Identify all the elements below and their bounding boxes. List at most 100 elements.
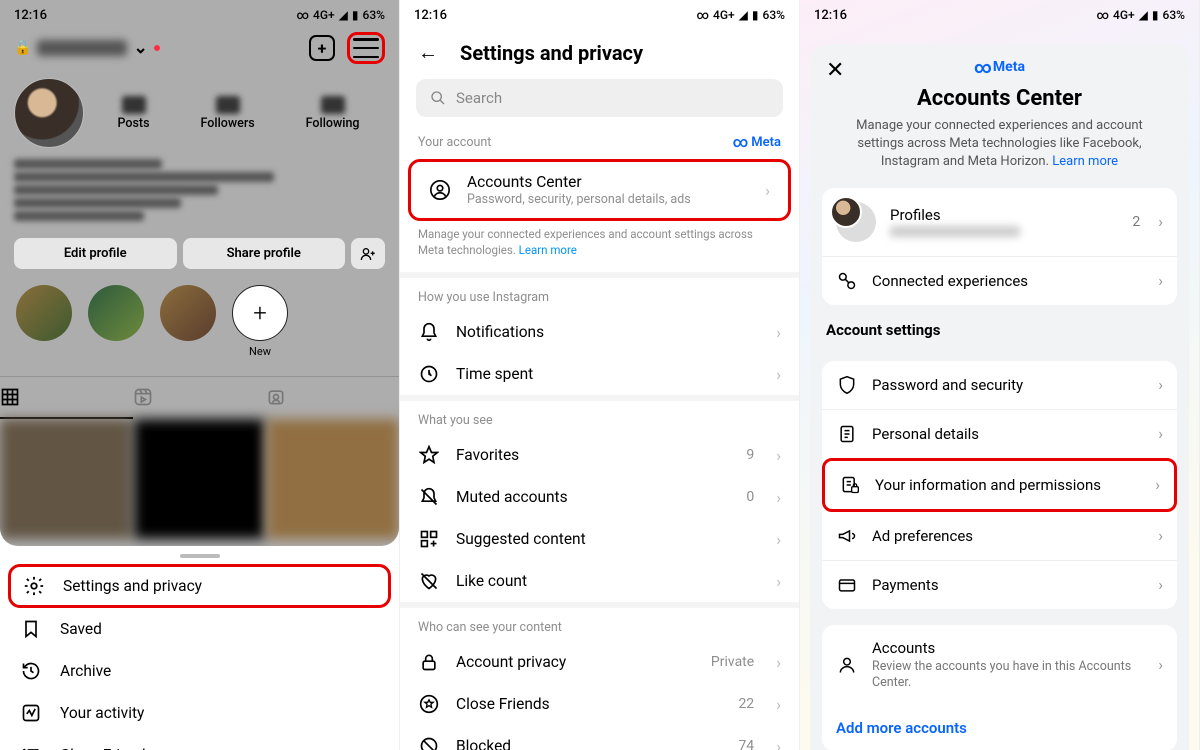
discover-people-button[interactable] — [351, 238, 385, 269]
section-account-settings: Account settings — [822, 305, 1177, 345]
row-accounts[interactable]: Accounts Review the accounts you have in… — [822, 625, 1177, 706]
list-icon — [20, 745, 42, 750]
stat-posts[interactable]: .Posts — [118, 96, 150, 131]
chevron-right-icon: › — [1158, 526, 1163, 545]
create-post-button[interactable]: + — [309, 35, 335, 61]
menu-label: Your activity — [60, 704, 144, 722]
row-like-count[interactable]: Like count› — [400, 560, 799, 602]
stat-following[interactable]: .Following — [306, 96, 360, 131]
stat-followers[interactable]: .Followers — [201, 96, 255, 131]
tab-grid[interactable] — [0, 377, 133, 419]
learn-more-link[interactable]: Learn more — [1052, 154, 1118, 169]
accounts-center-sheet: ✕ ∞Meta Accounts Center Manage your conn… — [810, 44, 1189, 750]
highlight-your-info: Your information and permissions› — [822, 458, 1177, 512]
chevron-right-icon: › — [1158, 375, 1163, 394]
menu-close-friends[interactable]: Close Friends — [0, 734, 399, 750]
menu-saved[interactable]: Saved — [0, 608, 399, 650]
menu-label: Archive — [60, 662, 111, 680]
link-icon — [836, 271, 858, 291]
row-your-information[interactable]: Your information and permissions› — [825, 461, 1174, 509]
battery-icon: ▮ — [352, 8, 359, 22]
chevron-right-icon: › — [1155, 475, 1160, 494]
page-title: Settings and privacy — [460, 41, 643, 65]
card-icon — [836, 575, 858, 595]
row-profiles[interactable]: Profiles 2› — [822, 188, 1177, 256]
chevron-right-icon: › — [776, 572, 781, 591]
gear-icon — [23, 575, 45, 597]
add-more-accounts-link[interactable]: Add more accounts — [822, 705, 1177, 750]
status-time: 12:16 — [414, 8, 447, 23]
card-account-settings: Password and security› Personal details›… — [822, 361, 1177, 609]
stacked-avatars-icon — [836, 202, 876, 242]
row-password-security[interactable]: Password and security› — [822, 361, 1177, 409]
row-account-privacy[interactable]: Account privacyPrivate› — [400, 641, 799, 683]
status-right: ∞4G+◢▮63% — [697, 8, 785, 22]
post-grid — [0, 419, 399, 539]
highlight-3[interactable] — [160, 285, 216, 341]
share-profile-button[interactable]: Share profile — [183, 238, 346, 269]
edit-profile-button[interactable]: Edit profile — [14, 238, 177, 269]
reels-icon — [133, 387, 153, 407]
close-button[interactable]: ✕ — [826, 58, 844, 83]
add-person-icon — [360, 246, 376, 262]
sheet-grabber[interactable] — [180, 554, 220, 558]
menu-archive[interactable]: Archive — [0, 650, 399, 692]
search-input[interactable]: Search — [416, 79, 783, 117]
row-accounts-center[interactable]: Accounts Center Password, security, pers… — [411, 162, 788, 218]
row-muted[interactable]: Muted accounts0› — [400, 476, 799, 518]
row-payments[interactable]: Payments› — [822, 560, 1177, 609]
row-favorites[interactable]: Favorites9› — [400, 434, 799, 476]
chevron-right-icon: › — [776, 695, 781, 714]
profile-dimmed-layer: 12:16 ∞ 4G+ ◢ ▮ 63% 🔒 ⌄ + — [0, 0, 399, 546]
status-battery: 63% — [363, 8, 385, 22]
document-lock-icon — [839, 475, 861, 495]
megaphone-icon — [836, 526, 858, 546]
section-who-can-see: Who can see your content — [400, 608, 799, 641]
profile-tabs — [0, 376, 399, 419]
section-your-account: Your account — [418, 135, 491, 150]
story-highlights: + New — [0, 275, 399, 368]
row-close-friends[interactable]: Close Friends22› — [400, 683, 799, 725]
status-bar: 12:16 ∞ 4G+ ◢ ▮ 63% — [0, 0, 399, 26]
lock-icon — [418, 652, 440, 672]
row-blocked[interactable]: Blocked74› — [400, 725, 799, 750]
chevron-right-icon: › — [776, 446, 781, 465]
username-dropdown[interactable]: 🔒 ⌄ — [14, 38, 160, 58]
row-connected-experiences[interactable]: Connected experiences› — [822, 256, 1177, 305]
menu-settings-privacy[interactable]: Settings and privacy — [8, 564, 391, 608]
grid-icon — [0, 387, 20, 407]
row-title: Accounts Center — [467, 173, 749, 191]
profile-stats: .Posts .Followers .Following — [92, 96, 385, 131]
heart-off-icon — [418, 571, 440, 591]
document-icon — [836, 424, 858, 444]
highlight-1[interactable] — [16, 285, 72, 341]
profile-avatar[interactable] — [14, 78, 84, 148]
status-bar: 12:16 ∞4G+◢▮63% — [400, 0, 799, 26]
learn-more-link[interactable]: Learn more — [519, 243, 577, 257]
highlight-2[interactable] — [88, 285, 144, 341]
person-circle-icon — [429, 178, 451, 202]
row-personal-details[interactable]: Personal details› — [822, 409, 1177, 458]
menu-your-activity[interactable]: Your activity — [0, 692, 399, 734]
row-notifications[interactable]: Notifications› — [400, 311, 799, 353]
tab-tagged[interactable] — [266, 377, 399, 419]
tagged-icon — [266, 387, 286, 407]
hamburger-menu-button[interactable] — [353, 38, 379, 58]
row-suggested[interactable]: Suggested content› — [400, 518, 799, 560]
profile-bio-blurred — [0, 152, 399, 228]
chevron-right-icon: › — [776, 488, 781, 507]
tab-reels[interactable] — [133, 377, 266, 419]
accounts-center-description: Manage your connected experiences and ac… — [822, 117, 1177, 172]
lock-icon: 🔒 — [14, 40, 31, 56]
bookmark-icon — [20, 619, 42, 639]
back-button[interactable]: ← — [418, 40, 438, 65]
signal-icon: ◢ — [339, 8, 348, 22]
pane-profile: 12:16 ∞ 4G+ ◢ ▮ 63% 🔒 ⌄ + — [0, 0, 400, 750]
highlight-new[interactable]: + New — [232, 285, 288, 358]
status-network-icon: ∞ — [297, 8, 309, 22]
profiles-sub-blurred — [890, 226, 1020, 237]
row-ad-preferences[interactable]: Ad preferences› — [822, 512, 1177, 560]
chevron-right-icon: › — [776, 737, 781, 750]
chevron-right-icon: › — [765, 181, 770, 200]
row-time-spent[interactable]: Time spent› — [400, 353, 799, 395]
